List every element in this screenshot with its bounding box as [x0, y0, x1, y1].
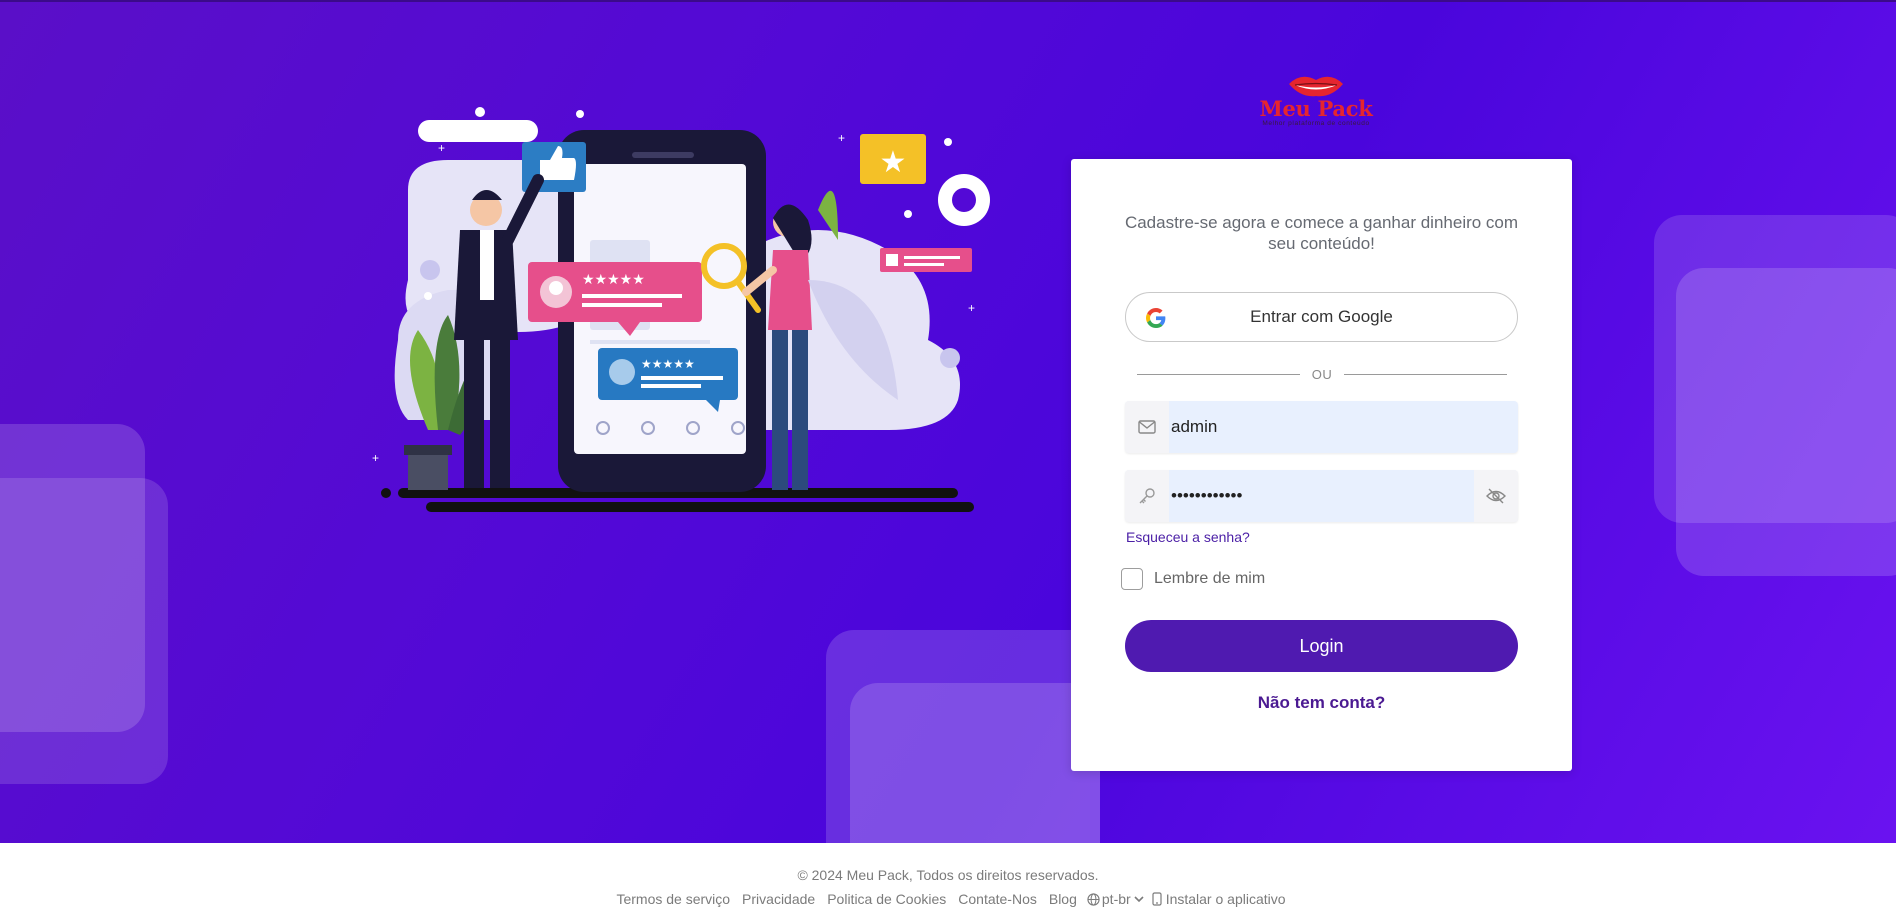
svg-text:★: ★	[880, 145, 907, 180]
password-field	[1125, 470, 1518, 522]
brand-logo[interactable]: Meu Pack Melhor plataforma de conteúdo	[1240, 72, 1392, 128]
hero-background: ★★★★★ ★★★★★ ★ + + + + Meu Pack Melhor pl…	[0, 0, 1896, 843]
or-label: OU	[1311, 366, 1333, 382]
google-signin-label: Entrar com Google	[1250, 307, 1393, 326]
password-input[interactable]	[1169, 470, 1474, 522]
copyright: © 2024 Meu Pack, Todos os direitos reser…	[797, 867, 1099, 883]
cookie-policy-link[interactable]: Politica de Cookies	[827, 891, 946, 907]
globe-icon	[1087, 892, 1100, 906]
chevron-down-icon	[1134, 896, 1144, 903]
svg-text:★★★★★: ★★★★★	[582, 272, 645, 288]
decor-square	[0, 478, 168, 784]
email-field	[1125, 401, 1518, 453]
divider-line	[1137, 373, 1300, 375]
top-border	[0, 0, 1896, 2]
google-icon	[1146, 308, 1166, 328]
decor-square	[1676, 268, 1896, 576]
email-input[interactable]	[1169, 401, 1518, 453]
privacy-link[interactable]: Privacidade	[742, 891, 815, 907]
language-selector[interactable]: pt-br	[1087, 891, 1144, 907]
svg-text:+: +	[438, 141, 445, 155]
language-label: pt-br	[1101, 891, 1131, 907]
footer: © 2024 Meu Pack, Todos os direitos reser…	[0, 843, 1896, 910]
google-signin-button[interactable]: Entrar com Google	[1125, 292, 1518, 342]
login-button[interactable]: Login	[1125, 620, 1518, 672]
contact-link[interactable]: Contate-Nos	[958, 891, 1037, 907]
svg-text:+: +	[968, 301, 975, 315]
remember-me-checkbox[interactable]	[1121, 568, 1143, 590]
or-divider: OU	[1137, 366, 1507, 382]
social-media-illustration: ★★★★★ ★★★★★ ★ + + + +	[372, 107, 990, 512]
signup-pitch: Cadastre-se agora e comece a ganhar dinh…	[1124, 213, 1519, 253]
blog-link[interactable]: Blog	[1049, 891, 1077, 907]
install-app-link[interactable]: Instalar o aplicativo	[1152, 891, 1286, 907]
key-icon	[1125, 470, 1169, 522]
divider-line	[1344, 373, 1507, 375]
brand-tagline: Melhor plataforma de conteúdo	[1262, 120, 1370, 127]
svg-text:+: +	[372, 451, 379, 465]
svg-text:★★★★★: ★★★★★	[641, 357, 695, 371]
install-app-label: Instalar o aplicativo	[1165, 891, 1286, 907]
svg-text:+: +	[838, 131, 845, 145]
lips-logo-icon	[1289, 76, 1343, 97]
signup-link[interactable]: Não tem conta?	[1071, 693, 1572, 713]
remember-me-label: Lembre de mim	[1154, 570, 1266, 587]
terms-link[interactable]: Termos de serviço	[616, 891, 730, 907]
remember-me: Lembre de mim	[1121, 568, 1265, 590]
login-card: Cadastre-se agora e comece a ganhar dinh…	[1071, 159, 1572, 771]
brand-name: Meu Pack	[1259, 96, 1373, 121]
footer-links: Termos de serviço Privacidade Politica d…	[0, 891, 1896, 907]
mobile-phone-icon	[1152, 892, 1162, 906]
envelope-icon	[1125, 401, 1169, 453]
eye-off-icon[interactable]	[1474, 470, 1518, 522]
decor-square	[850, 683, 1100, 843]
forgot-password-link[interactable]: Esqueceu a senha?	[1126, 529, 1250, 545]
